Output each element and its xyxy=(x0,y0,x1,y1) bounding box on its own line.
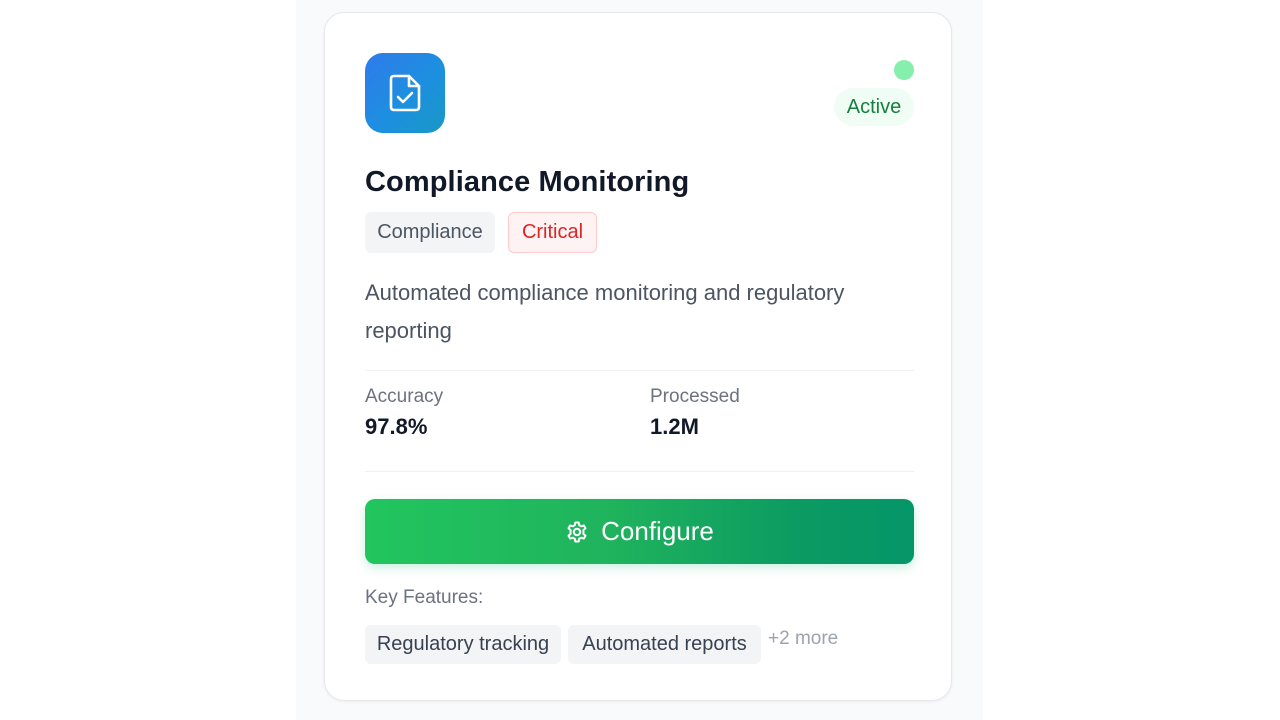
divider-top xyxy=(365,370,914,371)
feature-chip: Regulatory tracking xyxy=(365,625,561,664)
card-title: Compliance Monitoring xyxy=(365,166,690,198)
features-label: Key Features: xyxy=(365,587,484,608)
card-description: Automated compliance monitoring and regu… xyxy=(365,280,845,343)
processed-label: Processed xyxy=(650,386,740,407)
priority-tag: Critical xyxy=(508,212,597,253)
document-check-icon xyxy=(365,53,445,133)
status-indicator-dot xyxy=(894,60,914,80)
agent-card: Active Compliance Monitoring Compliance … xyxy=(324,12,952,701)
feature-chip: Automated reports xyxy=(568,625,761,664)
configure-button-label: Configure xyxy=(601,516,714,546)
configure-button[interactable]: Configure xyxy=(365,499,914,564)
category-tag: Compliance xyxy=(365,212,495,253)
gear-icon xyxy=(565,520,589,544)
processed-value: 1.2M xyxy=(650,414,699,439)
accuracy-label: Accuracy xyxy=(365,386,444,407)
divider-bottom xyxy=(365,471,914,472)
status-badge: Active xyxy=(834,88,914,126)
accuracy-value: 97.8% xyxy=(365,414,428,439)
more-features-link[interactable]: +2 more xyxy=(768,628,838,650)
